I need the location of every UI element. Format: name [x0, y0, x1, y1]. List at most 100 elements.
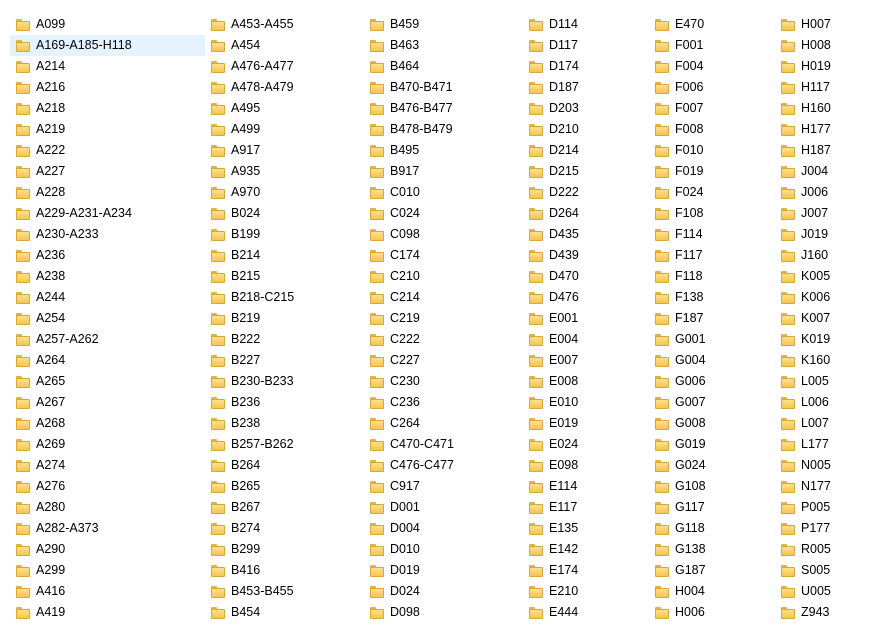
folder-item[interactable]: H004 — [649, 581, 775, 602]
folder-item[interactable]: E444 — [523, 602, 649, 623]
folder-item[interactable]: D210 — [523, 119, 649, 140]
folder-item[interactable]: J006 — [775, 182, 885, 203]
folder-item[interactable]: L007 — [775, 413, 885, 434]
folder-item[interactable]: E098 — [523, 455, 649, 476]
folder-item[interactable]: F019 — [649, 161, 775, 182]
folder-item[interactable]: A244 — [10, 287, 205, 308]
folder-item[interactable]: A169-A185-H118 — [10, 35, 205, 56]
folder-item[interactable]: P005 — [775, 497, 885, 518]
folder-item[interactable]: C210 — [364, 266, 523, 287]
folder-item[interactable]: F118 — [649, 266, 775, 287]
folder-item[interactable]: K007 — [775, 308, 885, 329]
folder-item[interactable]: C219 — [364, 308, 523, 329]
folder-item[interactable]: F004 — [649, 56, 775, 77]
folder-item[interactable]: D001 — [364, 497, 523, 518]
folder-item[interactable]: D114 — [523, 14, 649, 35]
folder-item[interactable]: A499 — [205, 119, 364, 140]
folder-item[interactable]: B917 — [364, 161, 523, 182]
folder-item[interactable]: L006 — [775, 392, 885, 413]
folder-item[interactable]: C024 — [364, 203, 523, 224]
folder-item[interactable]: D439 — [523, 245, 649, 266]
folder-item[interactable]: F108 — [649, 203, 775, 224]
folder-item[interactable]: A236 — [10, 245, 205, 266]
folder-item[interactable]: B463 — [364, 35, 523, 56]
folder-item[interactable]: B416 — [205, 560, 364, 581]
folder-item[interactable]: A264 — [10, 350, 205, 371]
folder-item[interactable]: G007 — [649, 392, 775, 413]
folder-item[interactable]: B478-B479 — [364, 119, 523, 140]
folder-item[interactable]: B265 — [205, 476, 364, 497]
folder-item[interactable]: B476-B477 — [364, 98, 523, 119]
folder-item[interactable]: A282-A373 — [10, 518, 205, 539]
folder-item[interactable]: G117 — [649, 497, 775, 518]
folder-item[interactable]: H007 — [775, 14, 885, 35]
folder-item[interactable]: E008 — [523, 371, 649, 392]
folder-item[interactable]: E114 — [523, 476, 649, 497]
folder-item[interactable]: E470 — [649, 14, 775, 35]
folder-item[interactable]: B215 — [205, 266, 364, 287]
folder-item[interactable]: F024 — [649, 182, 775, 203]
folder-item[interactable]: K006 — [775, 287, 885, 308]
folder-item[interactable]: C470-C471 — [364, 434, 523, 455]
folder-item[interactable]: C476-C477 — [364, 455, 523, 476]
folder-item[interactable]: G019 — [649, 434, 775, 455]
folder-item[interactable]: G001 — [649, 329, 775, 350]
folder-item[interactable]: A419 — [10, 602, 205, 623]
folder-item[interactable]: B199 — [205, 224, 364, 245]
folder-item[interactable]: K160 — [775, 350, 885, 371]
folder-item[interactable]: A265 — [10, 371, 205, 392]
folder-item[interactable]: A478-A479 — [205, 77, 364, 98]
folder-item[interactable]: A276 — [10, 476, 205, 497]
folder-item[interactable]: G004 — [649, 350, 775, 371]
folder-item[interactable]: A257-A262 — [10, 329, 205, 350]
folder-item[interactable]: A214 — [10, 56, 205, 77]
folder-item[interactable]: R005 — [775, 539, 885, 560]
folder-item[interactable]: A238 — [10, 266, 205, 287]
folder-item[interactable]: B274 — [205, 518, 364, 539]
folder-item[interactable]: H006 — [649, 602, 775, 623]
folder-item[interactable]: D215 — [523, 161, 649, 182]
folder-item[interactable]: C222 — [364, 329, 523, 350]
folder-item[interactable]: F001 — [649, 35, 775, 56]
folder-item[interactable]: B257-B262 — [205, 434, 364, 455]
folder-item[interactable]: E010 — [523, 392, 649, 413]
folder-item[interactable]: B453-B455 — [205, 581, 364, 602]
folder-item[interactable]: F007 — [649, 98, 775, 119]
folder-item[interactable]: A268 — [10, 413, 205, 434]
folder-item[interactable]: J160 — [775, 245, 885, 266]
folder-item[interactable]: D187 — [523, 77, 649, 98]
folder-item[interactable]: D004 — [364, 518, 523, 539]
folder-item[interactable]: A454 — [205, 35, 364, 56]
folder-item[interactable]: E174 — [523, 560, 649, 581]
folder-item[interactable]: H117 — [775, 77, 885, 98]
folder-item[interactable]: D470 — [523, 266, 649, 287]
folder-item[interactable]: K005 — [775, 266, 885, 287]
folder-item[interactable]: N177 — [775, 476, 885, 497]
folder-item[interactable]: F006 — [649, 77, 775, 98]
folder-item[interactable]: A970 — [205, 182, 364, 203]
folder-item[interactable]: A935 — [205, 161, 364, 182]
folder-item[interactable]: B264 — [205, 455, 364, 476]
folder-item[interactable]: D098 — [364, 602, 523, 623]
folder-item[interactable]: A495 — [205, 98, 364, 119]
folder-item[interactable]: A229-A231-A234 — [10, 203, 205, 224]
folder-item[interactable]: J004 — [775, 161, 885, 182]
folder-item[interactable]: G118 — [649, 518, 775, 539]
folder-item[interactable]: F114 — [649, 224, 775, 245]
folder-item[interactable]: C230 — [364, 371, 523, 392]
folder-item[interactable]: A222 — [10, 140, 205, 161]
folder-item[interactable]: D024 — [364, 581, 523, 602]
folder-item[interactable]: A230-A233 — [10, 224, 205, 245]
folder-item[interactable]: B454 — [205, 602, 364, 623]
folder-item[interactable]: D222 — [523, 182, 649, 203]
folder-item[interactable]: F117 — [649, 245, 775, 266]
folder-item[interactable]: N005 — [775, 455, 885, 476]
folder-item[interactable]: B464 — [364, 56, 523, 77]
folder-item[interactable]: D203 — [523, 98, 649, 119]
folder-item[interactable]: B470-B471 — [364, 77, 523, 98]
folder-item[interactable]: K019 — [775, 329, 885, 350]
folder-item[interactable]: B230-B233 — [205, 371, 364, 392]
folder-item[interactable]: A269 — [10, 434, 205, 455]
folder-item[interactable]: A299 — [10, 560, 205, 581]
folder-item[interactable]: E004 — [523, 329, 649, 350]
